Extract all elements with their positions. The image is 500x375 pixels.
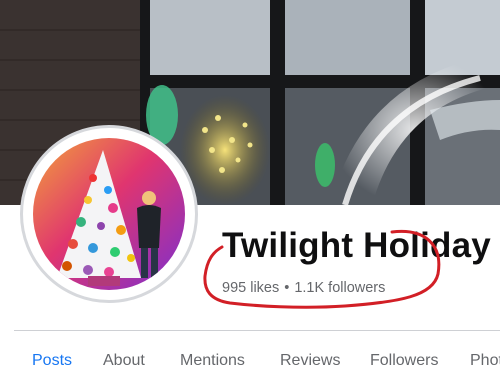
followers-count[interactable]: 1.1K followers — [294, 280, 385, 296]
profile-photo[interactable] — [33, 138, 185, 290]
tab-about[interactable]: About — [103, 352, 145, 370]
tab-posts[interactable]: Posts — [32, 352, 72, 370]
profile-photo-frame[interactable] — [20, 125, 198, 303]
page-stats: 995 likes • 1.1K followers — [222, 280, 385, 296]
tab-followers[interactable]: Followers — [370, 352, 438, 370]
tabs-divider — [14, 330, 500, 331]
profile-tabs: Posts About Mentions Reviews Followers P… — [0, 352, 500, 375]
tab-photos[interactable]: Photos — [470, 352, 500, 370]
tab-reviews[interactable]: Reviews — [280, 352, 340, 370]
likes-count[interactable]: 995 likes — [222, 280, 279, 296]
tab-mentions[interactable]: Mentions — [180, 352, 245, 370]
page-title: Twilight Holiday — [222, 226, 491, 265]
stats-separator: • — [284, 280, 290, 296]
